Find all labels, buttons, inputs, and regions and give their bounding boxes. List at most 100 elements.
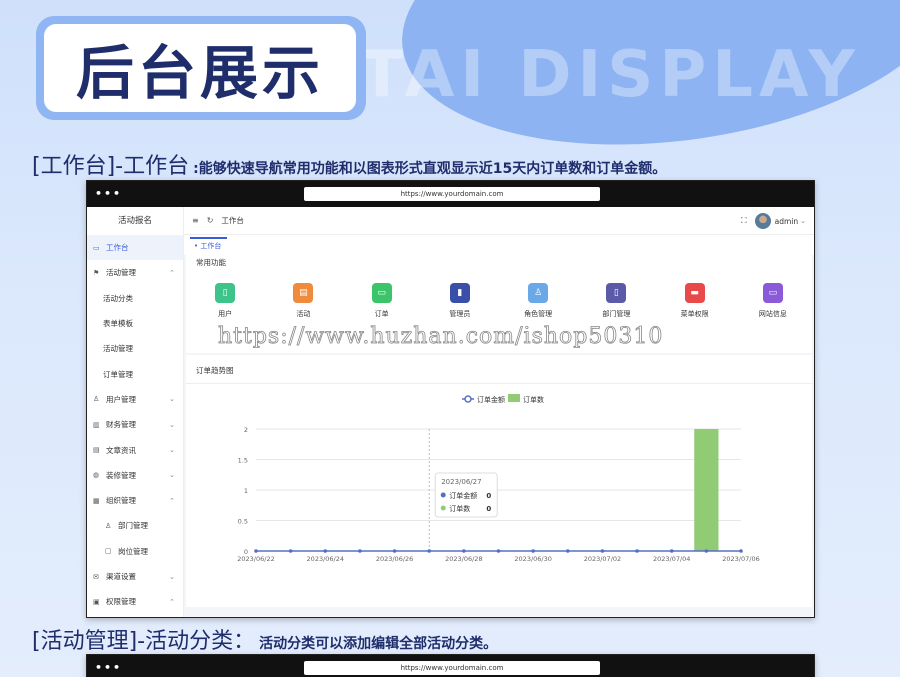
quick-function-label: 用户 (218, 310, 233, 318)
data-point-order-amount (496, 549, 501, 553)
quick-function-item[interactable]: ▤ 活动 (264, 283, 342, 319)
title-box: 后台展示 (36, 16, 366, 120)
sidebar-item-label: 表单模板 (103, 319, 133, 329)
order-icon: ▭ (371, 283, 392, 303)
sidebar-item-label: 部门管理 (118, 521, 148, 531)
sidebar-item[interactable]: 活动分类 (87, 286, 183, 311)
card-title: 常用功能 (196, 258, 226, 267)
chevron-icon: ⌄ (169, 420, 175, 429)
y-tick-label: 0.5 (238, 518, 248, 526)
quick-function-item[interactable]: ▮ 管理员 (421, 283, 499, 319)
tooltip-date: 2023/06/27 (441, 478, 481, 486)
quick-function-label: 活动 (296, 310, 311, 318)
user-card-icon: ▯ (215, 283, 236, 303)
legend-label: 订单数 (523, 395, 544, 404)
page-title: 后台展示 (75, 39, 324, 107)
quick-function-item[interactable]: ▬ 菜单权限 (656, 283, 734, 319)
browser-titlebar: ••• https://www.yourdomain.com (87, 655, 814, 677)
sidebar-item[interactable]: ▭ 工作台 (87, 235, 183, 261)
chevron-icon: ⌄ (169, 572, 175, 581)
sidebar-item[interactable]: ♙ 用户管理 ⌄ (87, 387, 183, 412)
x-tick-label: 2023/06/30 (514, 555, 551, 563)
x-tick-label: 2023/06/28 (445, 555, 482, 563)
sidebar-item[interactable]: ▥ 财务管理 ⌄ (87, 412, 183, 437)
sidebar-item[interactable]: ▣ 权限管理 ⌃ (87, 589, 183, 614)
window-controls[interactable]: ••• (95, 187, 122, 200)
x-tick-label: 2023/06/22 (237, 555, 274, 563)
section-description: :能够快速导航常用功能和以图表形式直观显示近15天内订单数和订单金额。 (193, 161, 667, 177)
sidebar-item[interactable]: ✉ 渠道设置 ⌄ (87, 564, 183, 589)
person-icon: ♙ (105, 521, 112, 530)
quick-function-item[interactable]: ▯ 用户 (186, 283, 264, 319)
sidebar-item[interactable]: ▤ 文章资讯 ⌄ (87, 437, 183, 462)
mail-icon: ✉ (93, 572, 99, 581)
user-name[interactable]: admin (775, 217, 799, 226)
bar-order-count (694, 429, 719, 551)
data-point-order-amount (427, 549, 432, 553)
data-point-order-amount (462, 549, 466, 553)
browser-window: ••• https://www.yourdomain.com 活动报名 ▭ 工作台… (86, 180, 815, 618)
tab-workbench[interactable]: • 工作台 (190, 237, 228, 253)
activity-icon: ▤ (293, 283, 314, 303)
sidebar-item-label: 订单管理 (103, 369, 133, 379)
chevron-icon: ⌄ (169, 446, 175, 455)
quick-function-item[interactable]: ▭ 网站信息 (734, 283, 812, 319)
chevron-icon: ⌃ (169, 268, 175, 277)
sidebar-item[interactable]: 表单模板 (87, 311, 183, 336)
department-icon: ▯ (606, 283, 627, 303)
chart-icon: ▥ (93, 420, 100, 429)
quick-function-label: 部门管理 (602, 310, 631, 318)
sidebar-item-label: 活动管理 (106, 268, 136, 278)
sidebar-item[interactable]: ♙ 部门管理 (87, 513, 183, 538)
tooltip-series-name: 订单数 (449, 504, 470, 513)
order-trend-chart: 订单金额 订单数00.511.522023/06/22 2023/06/24 2023… (237, 394, 760, 563)
app-logo: 活动报名 (117, 216, 152, 226)
section-title: [工作台]-工作台 (32, 154, 190, 179)
menu-icon[interactable]: ≡ (192, 216, 199, 225)
flag-icon: ⚑ (93, 268, 100, 277)
address-bar[interactable]: https://www.yourdomain.com (304, 187, 600, 201)
sidebar-item[interactable]: 活动管理 (87, 336, 183, 361)
browser-window-2: ••• https://www.yourdomain.com (86, 654, 815, 677)
data-point-order-amount (739, 549, 743, 553)
window-controls[interactable]: ••• (95, 661, 122, 674)
data-point-order-amount (669, 549, 674, 553)
site-info-icon: ▭ (762, 283, 783, 303)
fullscreen-icon[interactable]: ⛶ (741, 216, 747, 226)
order-trend-card: 订单趋势图 订单金额 订单数 0 0.5 1 1.5 2 2023/06/22 2023/06/… (186, 355, 812, 607)
avatar[interactable] (754, 213, 771, 229)
browser-titlebar: ••• https://www.yourdomain.com (87, 181, 814, 207)
address-bar[interactable]: https://www.yourdomain.com (304, 661, 600, 675)
sidebar-item-label: 权限管理 (106, 597, 136, 607)
data-point-order-amount (704, 549, 709, 553)
section-heading-activity: [活动管理]-活动分类： 活动分类可以添加编辑全部活动分类。 (32, 623, 497, 655)
sidebar-item[interactable]: ◍ 装修管理 ⌄ (87, 463, 183, 488)
sidebar-item[interactable]: 订单管理 (87, 361, 183, 386)
tooltip-value: 0 (486, 505, 491, 513)
tooltip-marker (440, 492, 446, 498)
y-tick-label: 2 (244, 426, 248, 434)
tooltip-value: 0 (486, 492, 491, 500)
quick-function-item[interactable]: ♙ 角色管理 (499, 283, 577, 319)
quick-function-item[interactable]: ▯ 部门管理 (577, 283, 655, 319)
legend-point-marker (464, 395, 472, 403)
sidebar-item-label: 组织管理 (106, 496, 136, 506)
sidebar: 活动报名 ▭ 工作台 ⚑ 活动管理 ⌃ 活动分类 表单模板 活动管理 订单管理 ♙ 用户管理 ⌄ ▥ 财务… (87, 207, 184, 617)
monitor-icon: ▭ (93, 243, 100, 252)
refresh-icon[interactable]: ↻ (207, 216, 214, 225)
quick-function-item[interactable]: ▭ 订单 (343, 283, 421, 319)
main-content: ≡ ↻ 工作台 ⛶ admin ⌄ • 工作台 常用功能 ▯ 用户 ▤ 活动 ▭ 订单 ▮ 管… (184, 207, 814, 617)
sidebar-item[interactable]: ▢ 岗位管理 (87, 539, 183, 564)
sidebar-item[interactable]: ⚑ 活动管理 ⌃ (87, 260, 183, 285)
sidebar-item[interactable]: ▦ 组织管理 ⌃ (87, 488, 183, 513)
sidebar-item-label: 岗位管理 (118, 546, 148, 556)
x-tick-label: 2023/07/06 (722, 555, 759, 563)
chevron-down-icon[interactable]: ⌄ (800, 217, 806, 225)
section-description: 活动分类可以添加编辑全部活动分类。 (259, 636, 498, 652)
site-watermark: https://www.huzhan.com/ishop50310 (218, 324, 664, 350)
x-tick-label: 2023/07/04 (653, 555, 690, 563)
legend-bar-marker (508, 394, 520, 402)
sidebar-item-label: 活动管理 (103, 344, 133, 354)
data-point-order-amount (600, 549, 605, 553)
tooltip-marker (440, 505, 446, 511)
